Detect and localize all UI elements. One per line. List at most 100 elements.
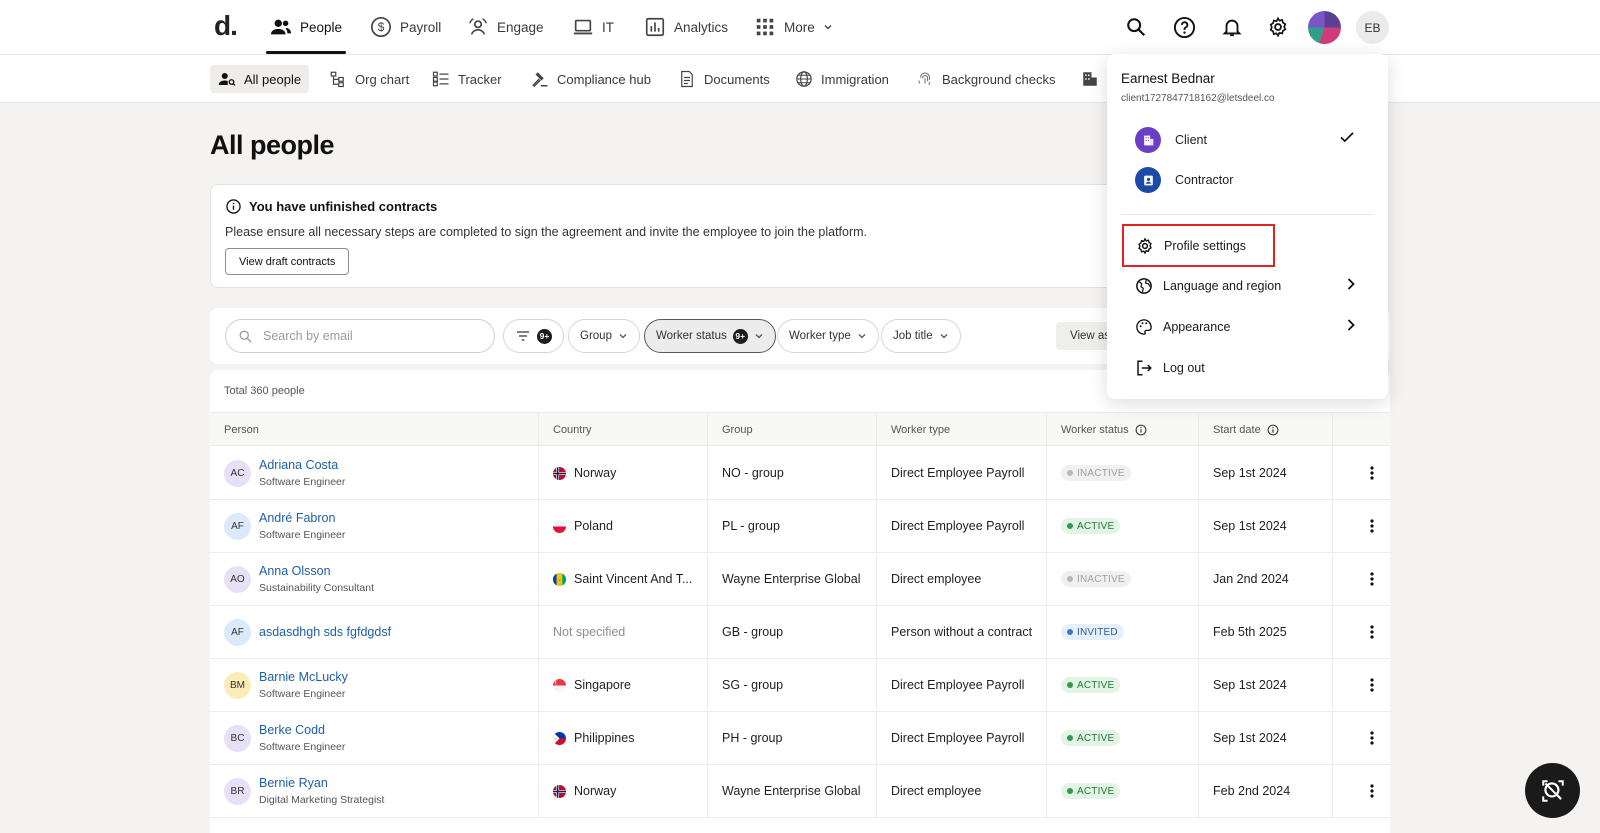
status-label: ACTIVE [1077, 732, 1115, 744]
kebab-menu-icon[interactable] [1364, 783, 1380, 799]
help-button[interactable] [1171, 14, 1197, 40]
floating-help-button[interactable] [1525, 763, 1580, 818]
organization-avatar[interactable] [1308, 11, 1341, 44]
subtab-org-chart[interactable]: Org chart [321, 65, 417, 93]
country-name: Poland [574, 519, 613, 533]
building-icon[interactable] [1081, 70, 1099, 88]
appearance-item[interactable]: Appearance [1135, 315, 1230, 339]
person-name-link[interactable]: Bernie Ryan [259, 776, 384, 790]
country-name: Saint Vincent And T... [574, 572, 693, 586]
subtab-tracker[interactable]: Tracker [424, 65, 510, 93]
nav-tab-more[interactable]: More [754, 0, 833, 54]
language-region-item[interactable]: Language and region [1135, 274, 1281, 298]
view-draft-contracts-button[interactable]: View draft contracts [225, 248, 350, 275]
deel-logo[interactable]: d. [214, 10, 238, 42]
filter-button[interactable]: 9+ [503, 319, 564, 353]
worker-status-cell: INACTIVE [1046, 446, 1198, 500]
singapore-flag-icon [553, 678, 566, 692]
job-title-filter-chip[interactable]: Job title [881, 319, 961, 353]
worker-type-filter-chip[interactable]: Worker type [777, 319, 879, 353]
nav-tab-it[interactable]: IT [572, 0, 614, 54]
start-date-cell: Jan 2nd 2024 [1198, 552, 1332, 606]
subtab-label: Org chart [355, 71, 410, 87]
person-name-link[interactable]: Adriana Costa [259, 458, 345, 472]
table-row[interactable]: AF André Fabron Software Engineer Poland PL … [210, 499, 1390, 553]
kebab-menu-icon[interactable] [1364, 518, 1380, 534]
column-header-worker-status[interactable]: Worker status [1046, 413, 1198, 447]
subtab-background-checks[interactable]: Background checks [908, 65, 1063, 93]
person-role: Sustainability Consultant [259, 582, 374, 594]
column-header-worker-type[interactable]: Worker type [876, 413, 1046, 447]
table-row[interactable]: AF asdasdhgh sds fgfdgdsf Not specified GB … [210, 605, 1390, 659]
kebab-menu-icon[interactable] [1364, 677, 1380, 693]
table-row[interactable]: BR Bernie Ryan Digital Marketing Strategis… [210, 764, 1390, 818]
person-name-link[interactable]: Berke Codd [259, 723, 345, 737]
kebab-menu-icon[interactable] [1364, 624, 1380, 640]
subtab-immigration[interactable]: Immigration [787, 65, 897, 93]
subtab-all-people[interactable]: All people [210, 65, 310, 93]
nav-tab-label: People [300, 19, 343, 35]
actions-cell [1332, 658, 1390, 712]
nav-tab-engage[interactable]: Engage [467, 0, 544, 54]
person-name-link[interactable]: Anna Olsson [259, 564, 374, 578]
table-row[interactable]: AC Adriana Costa Software Engineer Norway NO… [210, 446, 1390, 500]
country-cell: Singapore [538, 658, 707, 712]
poland-flag-icon [553, 519, 566, 533]
nav-tab-payroll[interactable]: $ Payroll [370, 0, 441, 54]
actions-cell [1332, 446, 1390, 500]
settings-button[interactable] [1265, 14, 1291, 40]
table-row[interactable]: AO Anna Olsson Sustainability Consultant Sa… [210, 552, 1390, 606]
tracker-icon [432, 71, 449, 87]
avatar: BM [224, 671, 251, 699]
worker-status-filter-chip[interactable]: Worker status 9+ [644, 319, 776, 353]
subtab-documents[interactable]: Documents [670, 65, 778, 93]
kebab-menu-icon[interactable] [1364, 730, 1380, 746]
kebab-menu-icon[interactable] [1364, 571, 1380, 587]
info-icon[interactable] [1267, 424, 1279, 436]
role-contractor[interactable]: Contractor [1135, 166, 1233, 194]
banner-text: Please ensure all necessary steps are co… [225, 225, 868, 239]
person-role: Software Engineer [259, 741, 346, 753]
people-icon [270, 19, 292, 35]
worker-type-cell: Direct Employee Payroll [876, 658, 1046, 712]
norway-flag-icon [553, 466, 566, 480]
status-badge: ACTIVE [1061, 730, 1121, 746]
person-name-link[interactable]: André Fabron [259, 511, 345, 525]
nav-tab-analytics[interactable]: Analytics [644, 0, 728, 54]
table-row[interactable]: BC Berke Codd Software Engineer Philippines… [210, 711, 1390, 765]
column-label: Worker type [891, 424, 951, 436]
country-cell: Poland [538, 499, 707, 553]
subtab-label: Immigration [821, 71, 889, 87]
banner-title: You have unfinished contracts [249, 199, 438, 214]
group-filter-chip[interactable]: Group [568, 319, 640, 353]
philippines-flag-icon [553, 731, 566, 745]
laptop-icon [573, 19, 593, 35]
column-label: Worker status [1061, 424, 1129, 436]
role-client[interactable]: Client [1135, 126, 1207, 154]
worker-status-cell: ACTIVE [1046, 658, 1198, 712]
search-input[interactable] [263, 329, 483, 343]
search-button[interactable] [1123, 14, 1149, 40]
user-avatar[interactable]: EB [1356, 11, 1389, 44]
column-header-person[interactable]: Person [210, 413, 538, 447]
start-date-cell: Sep 1st 2024 [1198, 446, 1332, 500]
nav-tab-label: Engage [497, 19, 544, 35]
nav-tab-people[interactable]: People [265, 0, 347, 54]
subtab-compliance-hub[interactable]: Compliance hub [523, 65, 659, 93]
person-search-icon [218, 73, 236, 86]
role-label: Contractor [1175, 173, 1234, 187]
avatar: BR [224, 777, 251, 805]
notifications-button[interactable] [1219, 14, 1245, 40]
person-name-link[interactable]: asdasdhgh sds fgfdgdsf [259, 625, 391, 639]
column-header-country[interactable]: Country [538, 413, 707, 447]
log-out-item[interactable]: Log out [1135, 356, 1205, 380]
table-row[interactable]: BM Barnie McLucky Software Engineer Singapo… [210, 658, 1390, 712]
person-name-link[interactable]: Barnie McLucky [259, 670, 348, 684]
country-name: Norway [574, 784, 617, 798]
kebab-menu-icon[interactable] [1364, 465, 1380, 481]
person-info: Bernie Ryan Digital Marketing Strategist [259, 776, 384, 806]
column-header-start-date[interactable]: Start date [1198, 413, 1332, 447]
column-header-group[interactable]: Group [707, 413, 876, 447]
search-field[interactable] [225, 319, 495, 353]
info-icon[interactable] [1135, 424, 1147, 436]
